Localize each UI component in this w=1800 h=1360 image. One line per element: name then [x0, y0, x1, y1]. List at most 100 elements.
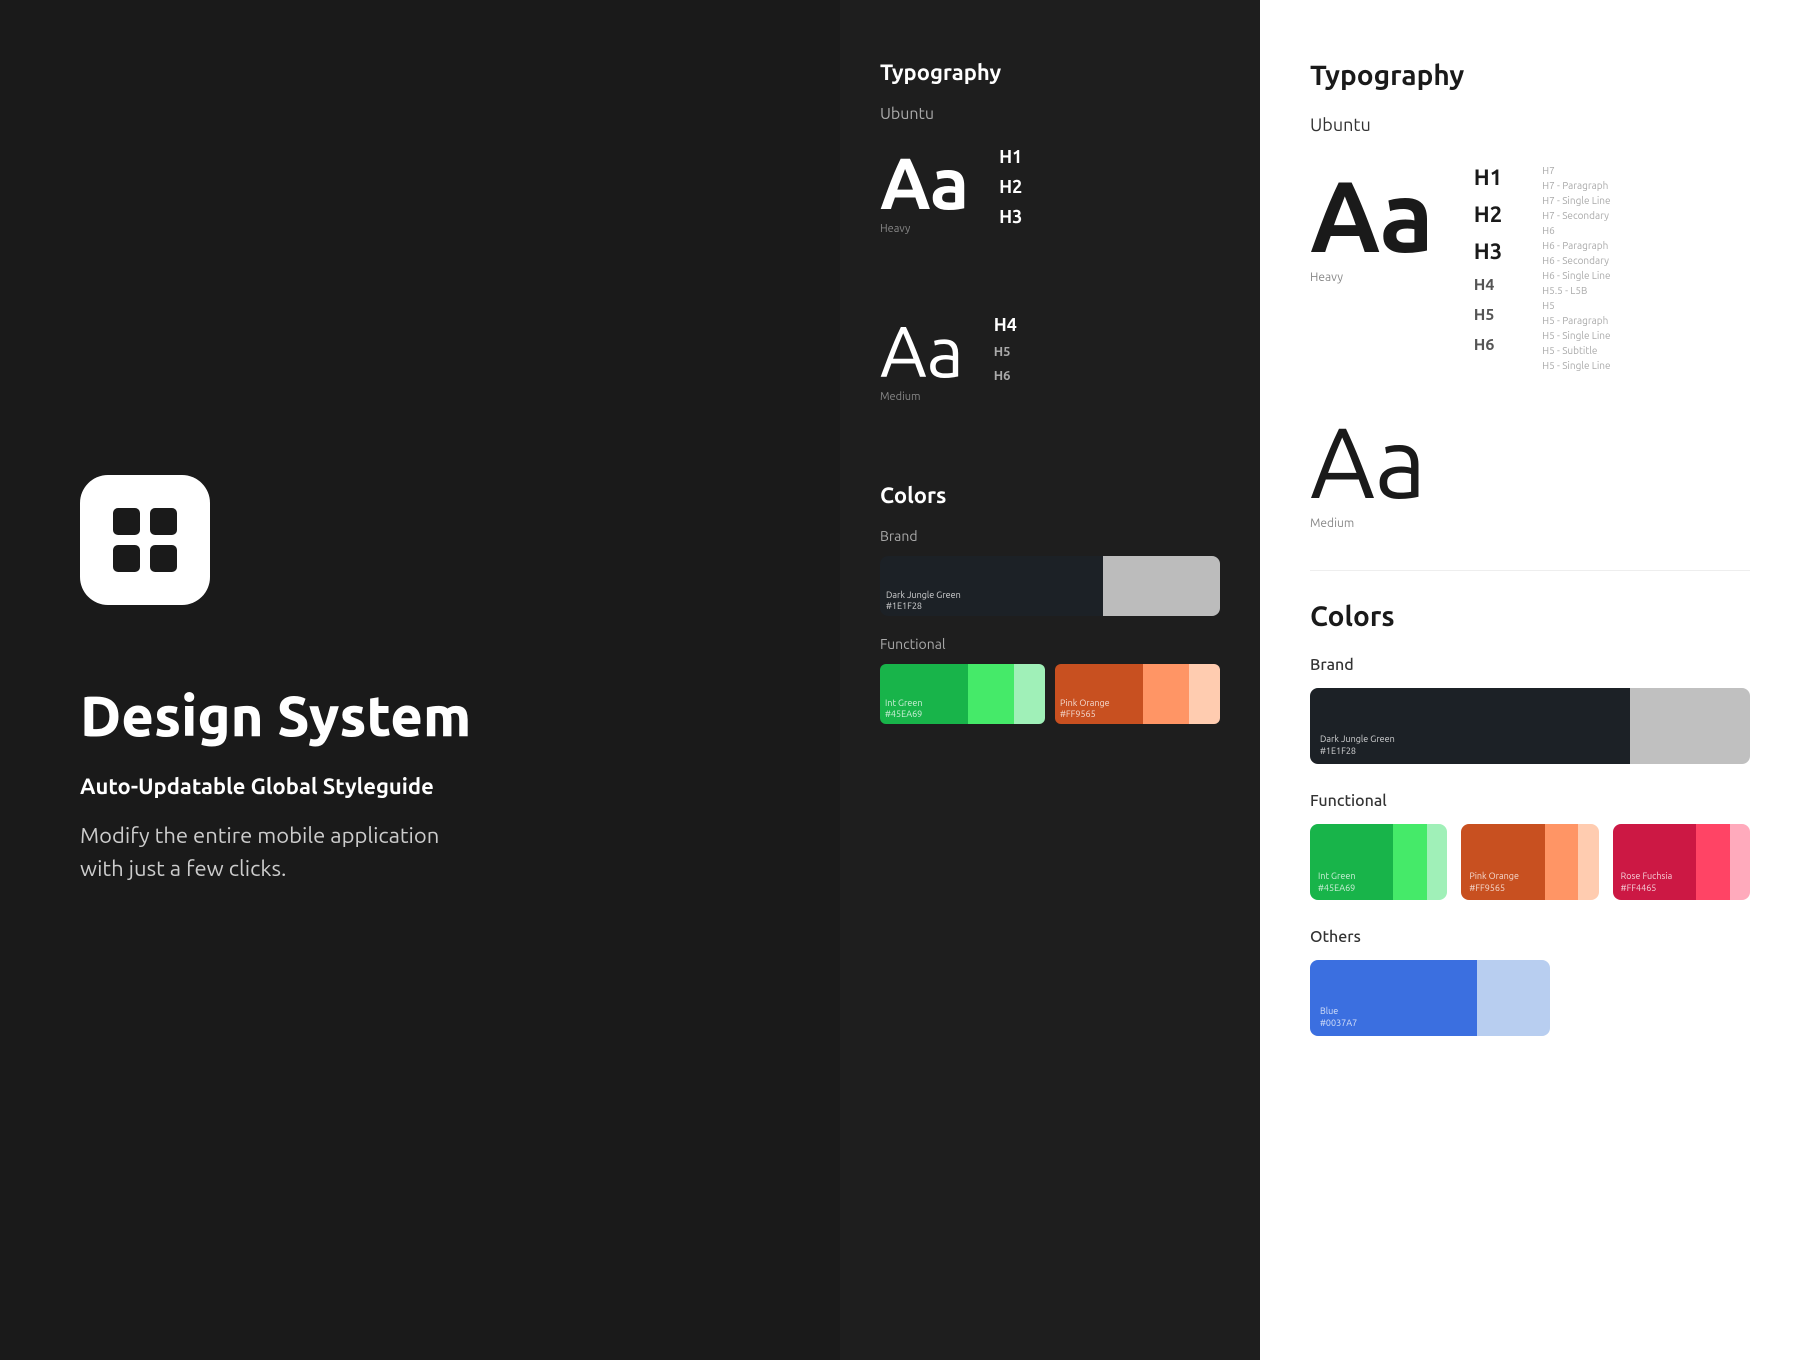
center-h3: H3 — [999, 207, 1022, 227]
center-orange2-swatch — [1143, 664, 1190, 724]
right-medium-aa: Aa — [1310, 411, 1426, 511]
right-medium-display: Aa Medium — [1310, 411, 1426, 530]
right-others-light-blue — [1477, 960, 1550, 1036]
right-brand-section: Brand Dark Jungle Green#1E1F28 — [1310, 656, 1750, 764]
right-others-label: Others — [1310, 928, 1750, 946]
right-h5: H5 — [1474, 306, 1502, 324]
right-heavy-display: Aa Heavy — [1310, 165, 1434, 284]
center-heavy-label: Heavy — [880, 223, 969, 235]
right-h7-secondary: H7 - Secondary — [1542, 210, 1610, 221]
right-others-section: Others Blue#0037A7 — [1310, 928, 1750, 1036]
grid-cell-3 — [113, 545, 140, 572]
right-type-row-medium: Aa Medium — [1310, 411, 1750, 530]
right-green1: Int Green#45EA69 — [1310, 824, 1393, 900]
right-h6-para: H6 - Paragraph — [1542, 240, 1610, 251]
main-title: Design System — [80, 685, 760, 747]
right-typography-title: Typography — [1310, 60, 1750, 91]
center-colors-section: Colors Brand Dark Jungle Green#1E1F28 Fu… — [880, 483, 1220, 724]
center-green1-swatch: Int Green#45EA69 — [880, 664, 968, 724]
right-green3 — [1427, 824, 1447, 900]
description: Modify the entire mobile application wit… — [80, 819, 440, 885]
center-brand-dark-swatch: Dark Jungle Green#1E1F28 — [880, 556, 1103, 616]
right-h4-subtitle: H5 - Subtitle — [1542, 345, 1610, 356]
center-orange3-swatch — [1189, 664, 1220, 724]
center-orange-group: Pink Orange#FF9565 — [1055, 664, 1220, 724]
right-h1: H1 — [1474, 165, 1502, 190]
right-h5-para: H5 - Paragraph — [1542, 315, 1610, 326]
divider-1 — [1310, 570, 1750, 571]
center-heavy-aa: Aa — [880, 147, 969, 219]
right-h-labels: H1 H2 H3 H4 H5 H6 — [1474, 165, 1502, 354]
right-orange2 — [1545, 824, 1579, 900]
right-green1-text: Int Green#45EA69 — [1318, 870, 1356, 895]
right-h6: H6 — [1474, 336, 1502, 354]
right-pink2 — [1696, 824, 1730, 900]
center-brand-label: Brand — [880, 528, 1220, 544]
right-h5-single: H5 - Single Line — [1542, 330, 1610, 341]
grid-cell-1 — [113, 508, 140, 535]
right-functional-label: Functional — [1310, 792, 1750, 810]
app-icon — [80, 475, 210, 605]
center-brand-dark-label: Dark Jungle Green#1E1F28 — [886, 590, 961, 612]
grid-icon — [113, 508, 177, 572]
grid-cell-2 — [150, 508, 177, 535]
center-h-labels-2: H4 H5 H6 — [994, 315, 1017, 443]
right-heavy-label: Heavy — [1310, 271, 1434, 284]
center-type-row-medium: Aa Medium H4 H5 H6 — [880, 315, 1220, 443]
right-colors-section: Colors Brand Dark Jungle Green#1E1F28 Fu… — [1310, 601, 1750, 1036]
right-h55-label: H5.5 - L5B — [1542, 285, 1610, 296]
right-brand-dark: Dark Jungle Green#1E1F28 — [1310, 688, 1630, 764]
center-h2: H2 — [999, 177, 1022, 197]
right-h5-label: H5 — [1542, 300, 1610, 311]
center-functional-swatches: Int Green#45EA69 Pink Orange#FF9565 — [880, 664, 1220, 724]
right-brand-light — [1630, 688, 1750, 764]
right-pink1: Rose Fuchsia#FF4465 — [1613, 824, 1696, 900]
center-medium-aa: Aa — [880, 315, 964, 387]
right-pink3 — [1730, 824, 1750, 900]
right-h7-label: H7 — [1542, 165, 1610, 176]
right-tiny-labels: H7 H7 - Paragraph H7 - Single Line H7 - … — [1542, 165, 1610, 371]
center-heavy-display: Aa Heavy — [880, 147, 969, 235]
right-h5-single2: H5 - Single Line — [1542, 360, 1610, 371]
right-h6-single: H6 - Single Line — [1542, 270, 1610, 281]
center-colors-title: Colors — [880, 483, 1220, 508]
right-green-group: Int Green#45EA69 — [1310, 824, 1447, 900]
right-heavy-aa: Aa — [1310, 165, 1434, 265]
right-functional-groups: Int Green#45EA69 Pink Orange#FF9565 — [1310, 824, 1750, 900]
right-h2: H2 — [1474, 202, 1502, 227]
right-font-name: Ubuntu — [1310, 115, 1750, 135]
center-orange1-label: Pink Orange#FF9565 — [1060, 698, 1110, 720]
right-others-blue-text: Blue#0037A7 — [1320, 1005, 1357, 1030]
right-medium-label: Medium — [1310, 517, 1426, 530]
center-brand-swatch: Dark Jungle Green#1E1F28 — [880, 556, 1220, 616]
center-panel: Typography Ubuntu Aa Heavy H1 H2 H3 Aa M… — [840, 0, 1260, 1360]
center-medium-display: Aa Medium — [880, 315, 964, 403]
center-functional-label: Functional — [880, 636, 1220, 652]
center-h-labels: H1 H2 H3 — [999, 147, 1022, 275]
center-type-row-heavy: Aa Heavy H1 H2 H3 — [880, 147, 1220, 275]
right-pink-group: Rose Fuchsia#FF4465 — [1613, 824, 1750, 900]
center-h6: H6 — [994, 369, 1017, 383]
right-others-blue: Blue#0037A7 — [1310, 960, 1477, 1036]
left-panel: Design System Auto-Updatable Global Styl… — [0, 0, 840, 1360]
right-h7-single: H7 - Single Line — [1542, 195, 1610, 206]
right-h4: H4 — [1474, 276, 1502, 294]
center-medium-label: Medium — [880, 391, 964, 403]
center-font-name: Ubuntu — [880, 105, 1220, 123]
right-h3: H3 — [1474, 239, 1502, 264]
center-green3-swatch — [1014, 664, 1045, 724]
center-h1: H1 — [999, 147, 1022, 167]
right-others-swatches: Blue#0037A7 — [1310, 960, 1550, 1036]
center-green1-label: Int Green#45EA69 — [885, 698, 923, 720]
right-orange3 — [1578, 824, 1598, 900]
right-functional-section: Functional Int Green#45EA69 Pink Orange#… — [1310, 792, 1750, 900]
right-h6-secondary: H6 - Secondary — [1542, 255, 1610, 266]
right-type-row-heavy: Aa Heavy H1 H2 H3 H4 H5 H6 H7 H7 - Parag… — [1310, 165, 1750, 371]
right-orange-group: Pink Orange#FF9565 — [1461, 824, 1598, 900]
grid-cell-4 — [150, 545, 177, 572]
center-typography-title: Typography — [880, 60, 1220, 85]
right-orange1: Pink Orange#FF9565 — [1461, 824, 1544, 900]
center-orange1-swatch: Pink Orange#FF9565 — [1055, 664, 1143, 724]
center-h5: H5 — [994, 345, 1017, 359]
right-h6-label: H6 — [1542, 225, 1610, 236]
